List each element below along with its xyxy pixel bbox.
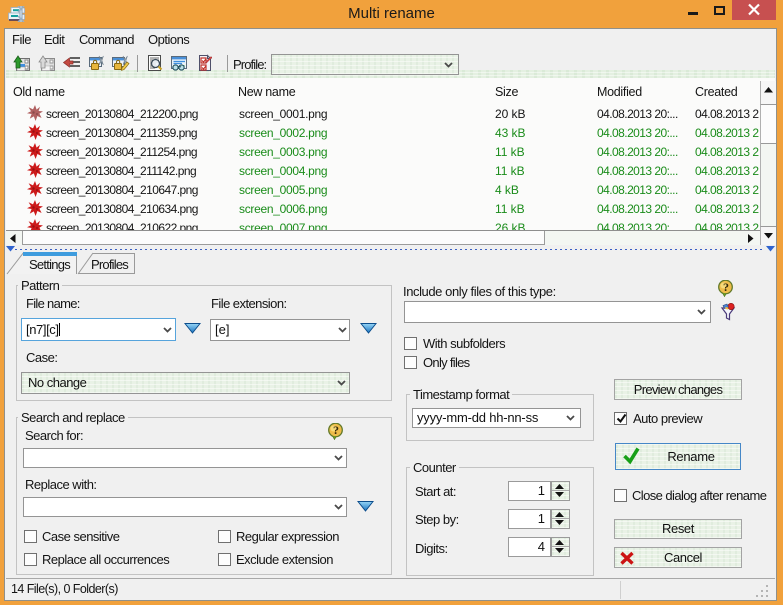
svg-text:?: ? xyxy=(723,280,729,294)
svg-text:?: ? xyxy=(333,423,339,437)
